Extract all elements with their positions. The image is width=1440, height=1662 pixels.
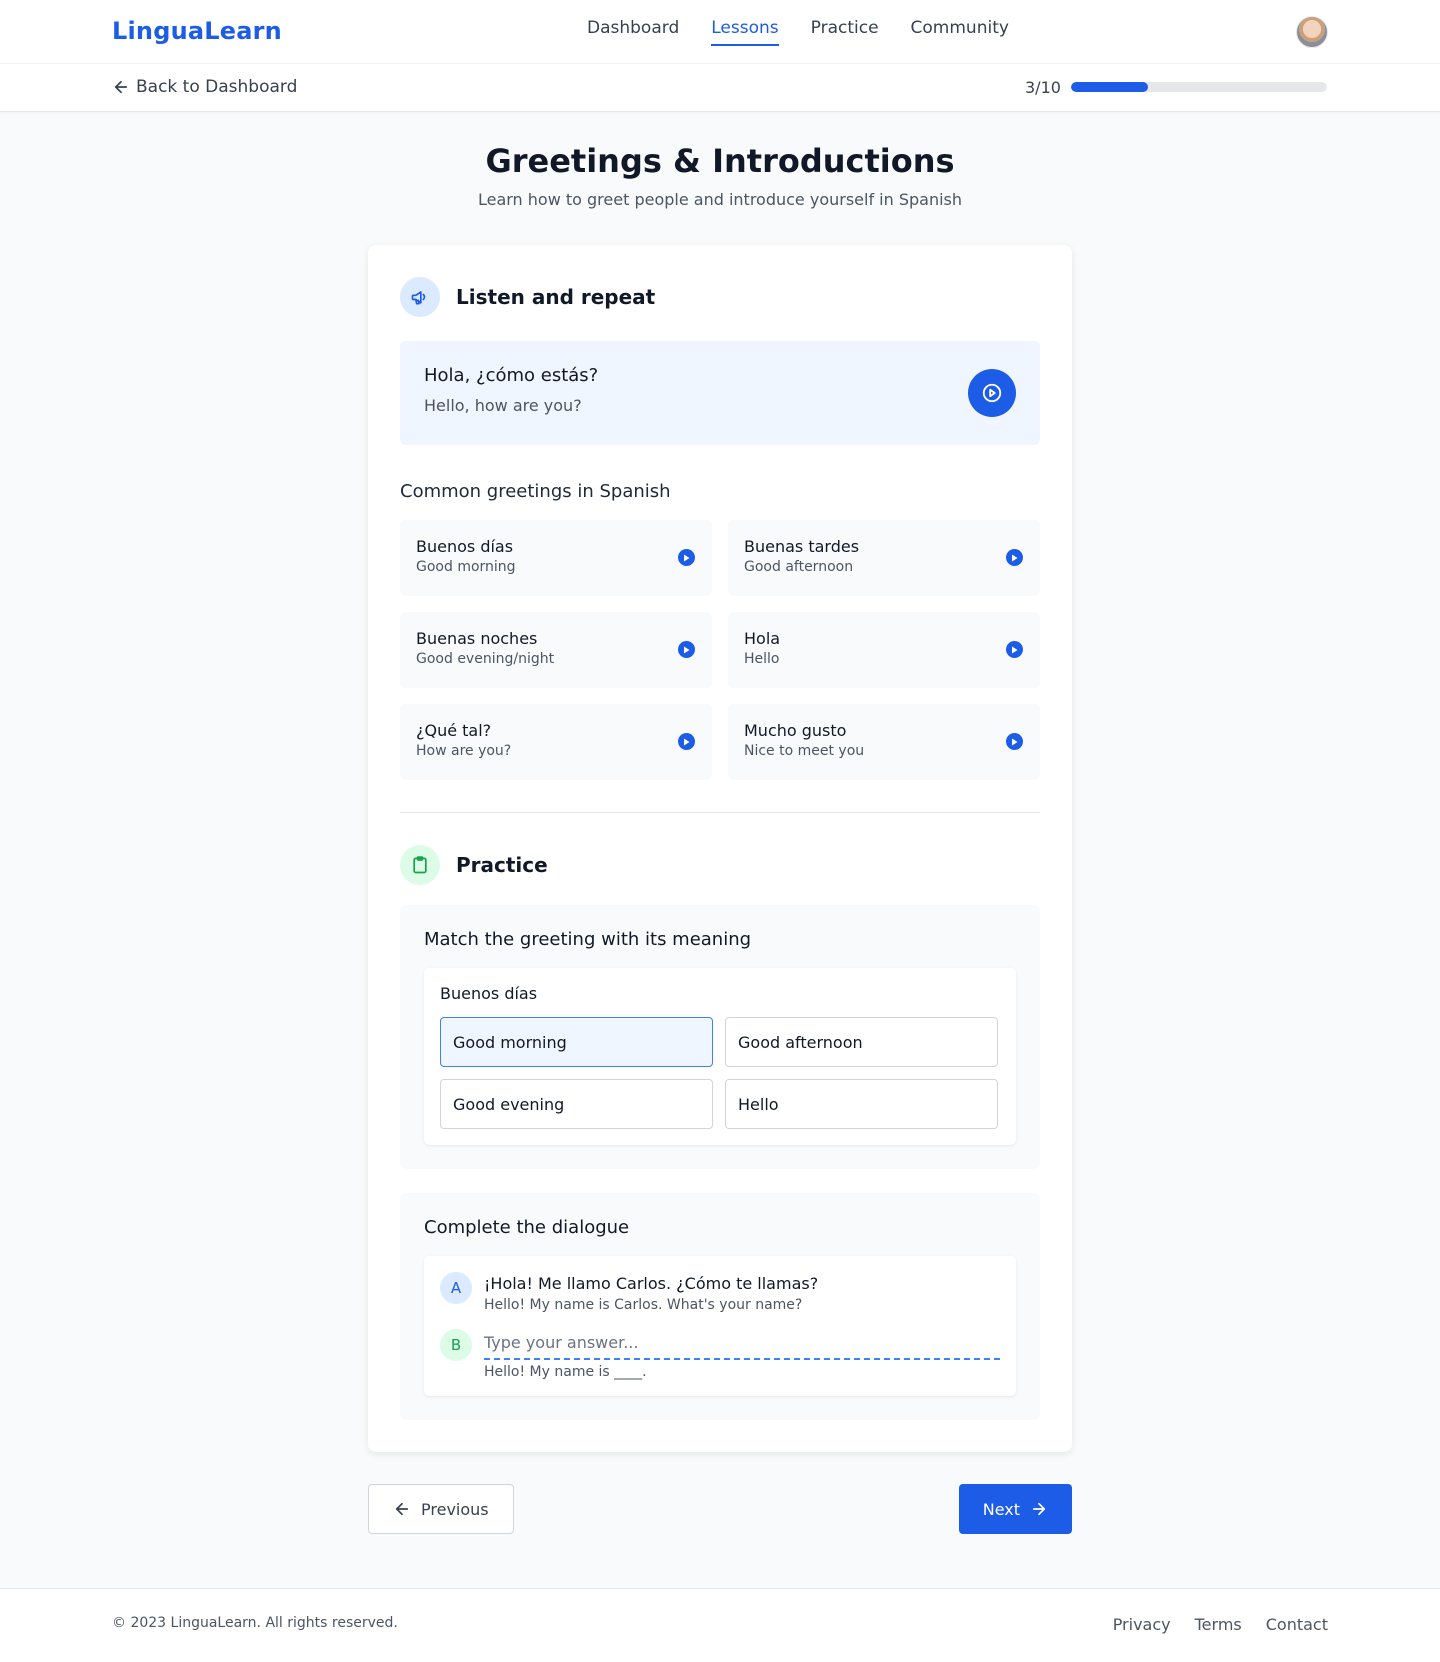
- match-question: Buenos días: [440, 984, 538, 1003]
- speaker-b-badge: B: [440, 1329, 472, 1361]
- practice-section-header: Practice: [400, 845, 1040, 885]
- match-exercise: Match the greeting with its meaning Buen…: [400, 905, 1040, 1169]
- play-icon[interactable]: [678, 641, 695, 658]
- greeting-card: Buenas tardes Good afternoon: [728, 520, 1040, 596]
- dialogue-line-a: A ¡Hola! Me llamo Carlos. ¿Cómo te llama…: [440, 1272, 1000, 1313]
- speaker-a-badge: A: [440, 1272, 472, 1304]
- lesson-header: Greetings & Introductions Learn how to g…: [0, 142, 1440, 209]
- nav-practice[interactable]: Practice: [811, 18, 879, 46]
- footer-link-contact[interactable]: Contact: [1266, 1615, 1328, 1634]
- copyright-text: © 2023 LinguaLearn. All rights reserved.: [112, 1615, 398, 1631]
- next-label: Next: [982, 1499, 1020, 1519]
- greeting-card: ¿Qué tal? How are you?: [400, 704, 712, 780]
- greeting-spanish: Buenas noches: [416, 629, 538, 648]
- progress-bar-fill: [1071, 82, 1148, 92]
- footer-links: Privacy Terms Contact: [1089, 1615, 1328, 1634]
- option-hello[interactable]: Hello: [725, 1079, 998, 1129]
- match-exercise-title: Match the greeting with its meaning: [424, 929, 752, 950]
- previous-button[interactable]: Previous: [368, 1484, 514, 1534]
- greeting-spanish: Buenos días: [416, 537, 514, 556]
- nav-lessons[interactable]: Lessons: [711, 18, 779, 46]
- footer: © 2023 LinguaLearn. All rights reserved.…: [0, 1588, 1440, 1662]
- greeting-card: Mucho gusto Nice to meet you: [728, 704, 1040, 780]
- greetings-heading: Common greetings in Spanish: [400, 481, 671, 502]
- greeting-spanish: ¿Qué tal?: [416, 721, 492, 740]
- progress-count: 3/10: [1025, 78, 1061, 97]
- previous-label: Previous: [421, 1499, 489, 1519]
- dialogue-exercise: Complete the dialogue A ¡Hola! Me llamo …: [400, 1193, 1040, 1420]
- arrow-left-icon: [395, 1502, 409, 1516]
- dialogue-b-english: Hello! My name is ____.: [484, 1364, 647, 1380]
- greeting-english: Good afternoon: [744, 559, 854, 575]
- option-good-evening[interactable]: Good evening: [440, 1079, 713, 1129]
- play-icon[interactable]: [678, 733, 695, 750]
- back-label: Back to Dashboard: [136, 77, 298, 97]
- play-circle-icon: [982, 383, 1002, 403]
- play-icon[interactable]: [1006, 733, 1023, 750]
- greeting-card: Hola Hello: [728, 612, 1040, 688]
- back-to-dashboard-link[interactable]: Back to Dashboard: [112, 77, 297, 97]
- logo[interactable]: LinguaLearn: [112, 17, 282, 45]
- answer-input[interactable]: [484, 1329, 1000, 1360]
- greeting-card: Buenas noches Good evening/night: [400, 612, 712, 688]
- greeting-spanish: Buenas tardes: [744, 537, 860, 556]
- greeting-spanish: Hola: [744, 629, 781, 648]
- dialogue-a-english: Hello! My name is Carlos. What's your na…: [484, 1297, 803, 1313]
- lesson-subtitle: Learn how to greet people and introduce …: [477, 190, 963, 209]
- footer-link-terms[interactable]: Terms: [1195, 1615, 1242, 1634]
- nav-community[interactable]: Community: [911, 18, 1009, 46]
- greeting-spanish: Mucho gusto: [744, 721, 847, 740]
- next-button[interactable]: Next: [958, 1484, 1072, 1534]
- dialogue-line-b: B Hello! My name is ____.: [440, 1329, 1000, 1380]
- main-nav: Dashboard Lessons Practice Community: [587, 18, 1041, 46]
- user-avatar[interactable]: [1296, 16, 1328, 48]
- practice-heading: Practice: [456, 853, 548, 877]
- nav-dashboard[interactable]: Dashboard: [587, 18, 679, 46]
- play-icon[interactable]: [678, 549, 695, 566]
- listen-section-header: Listen and repeat: [400, 277, 1040, 317]
- play-icon[interactable]: [1006, 641, 1023, 658]
- progress-bar: [1071, 82, 1327, 92]
- phrase-spanish: Hola, ¿cómo estás?: [424, 365, 599, 386]
- greeting-english: Good evening/night: [416, 651, 555, 667]
- listen-phrase-box: Hola, ¿cómo estás? Hello, how are you?: [400, 341, 1040, 445]
- arrow-right-icon: [1032, 1502, 1046, 1516]
- match-question-card: Buenos días Good morning Good afternoon …: [424, 968, 1016, 1145]
- greeting-english: Hello: [744, 651, 780, 667]
- greetings-grid: Buenos días Good morning Buenas tardes G…: [400, 520, 1040, 780]
- arrow-left-icon: [114, 80, 128, 94]
- footer-link-privacy[interactable]: Privacy: [1113, 1615, 1171, 1634]
- dialogue-a-spanish: ¡Hola! Me llamo Carlos. ¿Cómo te llamas?: [484, 1274, 819, 1293]
- listen-heading: Listen and repeat: [456, 285, 656, 309]
- option-good-morning[interactable]: Good morning: [440, 1017, 713, 1067]
- clipboard-icon: [400, 845, 440, 885]
- megaphone-icon: [400, 277, 440, 317]
- play-icon[interactable]: [1006, 549, 1023, 566]
- phrase-english: Hello, how are you?: [424, 396, 582, 415]
- section-divider: [400, 812, 1040, 813]
- lesson-subbar: Back to Dashboard 3/10: [0, 64, 1440, 112]
- lesson-title: Greetings & Introductions: [485, 142, 955, 180]
- play-audio-button[interactable]: [968, 369, 1016, 417]
- dialogue-card: A ¡Hola! Me llamo Carlos. ¿Cómo te llama…: [424, 1256, 1016, 1396]
- top-navigation-bar: LinguaLearn Dashboard Lessons Practice C…: [0, 0, 1440, 64]
- lesson-navigation: Previous Next: [368, 1484, 1072, 1534]
- match-options: Good morning Good afternoon Good evening…: [440, 1017, 1000, 1129]
- option-good-afternoon[interactable]: Good afternoon: [725, 1017, 998, 1067]
- lesson-card: Listen and repeat Hola, ¿cómo estás? Hel…: [368, 245, 1072, 1452]
- greeting-english: How are you?: [416, 743, 512, 759]
- greeting-english: Nice to meet you: [744, 743, 865, 759]
- greeting-card: Buenos días Good morning: [400, 520, 712, 596]
- dialogue-exercise-title: Complete the dialogue: [424, 1217, 630, 1238]
- greeting-english: Good morning: [416, 559, 516, 575]
